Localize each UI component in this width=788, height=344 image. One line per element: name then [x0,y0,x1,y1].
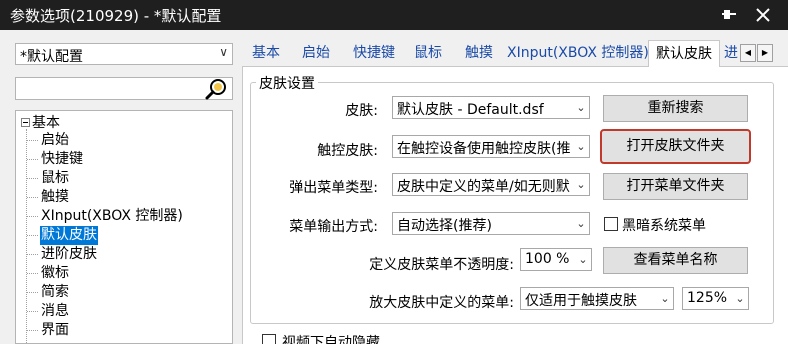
search-input[interactable] [15,77,233,100]
tree-branch [27,159,38,160]
category-tree[interactable]: 基本 启始 快捷键 鼠标 触摸 XInput(XBOX 控制器) 默认皮肤 进阶… [15,110,233,344]
tree-item-logo[interactable]: 徽标 [40,264,70,283]
tree-branch [27,311,38,312]
tree-branch [27,197,38,198]
popup-type-select[interactable]: 皮肤中定义的菜单/如无则默 ⌄ [392,173,590,196]
chevron-down-icon: ∨ [219,45,228,59]
zoom-percent-select[interactable]: 125% ⌄ [682,287,749,310]
profile-select[interactable]: *默认配置 ∨ [15,43,233,65]
rescan-button[interactable]: 重新搜索 [603,95,748,122]
menu-output-select-value: 自动选择(推荐) [397,218,492,234]
tree-item-hotkeys[interactable]: 快捷键 [40,150,84,169]
open-skin-folder-button[interactable]: 打开皮肤文件夹 [600,129,751,164]
chevron-down-icon: ⌄ [573,136,589,157]
tree-item-start[interactable]: 启始 [40,131,70,150]
chevron-down-icon: ⌄ [573,213,589,234]
tab-default-skin[interactable]: 默认皮肤 [648,40,720,67]
tree-root[interactable]: 基本 [32,112,60,132]
zoom-menu-select[interactable]: 仅适用于触摸皮肤 ⌄ [520,287,674,310]
chevron-down-icon: ⌄ [573,174,589,195]
dark-menu-label[interactable]: 黑暗系统菜单 [622,215,706,235]
tab-touch[interactable]: 触摸 [458,42,500,66]
pin-icon[interactable] [718,4,740,26]
tree-item-default-skin[interactable]: 默认皮肤 [40,226,98,245]
tree-branch [27,292,38,293]
window-title: 参数选项(210929) - *默认配置 [10,7,222,25]
title-bar: 参数选项(210929) - *默认配置 [0,0,788,30]
auto-hide-label[interactable]: 视频下自动隐藏 [282,332,380,344]
chevron-down-icon: ⌄ [573,97,589,118]
popup-type-select-value: 皮肤中定义的菜单/如无则默 [397,179,570,195]
touch-skin-select-value: 在触控设备使用触控皮肤(推 [397,141,571,157]
opacity-label: 定义皮肤菜单不透明度: [369,257,514,273]
opacity-select-value: 100 % [525,251,570,267]
collapse-icon[interactable] [21,118,30,127]
touch-skin-label: 触控皮肤: [317,143,378,159]
chevron-down-icon: ⌄ [575,249,591,270]
chevron-down-icon: ⌄ [657,288,673,309]
dark-menu-checkbox[interactable] [604,217,618,231]
tab-mouse[interactable]: 鼠标 [407,42,449,66]
tree-branch [27,235,38,236]
zoom-menu-label: 放大皮肤中定义的菜单: [369,295,514,311]
tab-scroll-left-icon[interactable]: ◀ [740,44,756,62]
skin-select-value: 默认皮肤 - Default.dsf [397,102,544,118]
tab-start[interactable]: 启始 [293,42,339,66]
tree-item-advanced-skin[interactable]: 进阶皮肤 [40,245,98,264]
tree-item-interface[interactable]: 界面 [40,321,70,340]
tree-item-xinput[interactable]: XInput(XBOX 控制器) [40,207,184,226]
tree-item-search[interactable]: 简索 [40,283,70,302]
tab-xinput[interactable]: XInput(XBOX 控制器) [507,42,649,66]
popup-type-label: 弹出菜单类型: [289,180,378,196]
tab-advanced-partial[interactable]: 进 [722,42,740,66]
tree-branch [27,140,38,141]
tab-hotkeys[interactable]: 快捷键 [346,42,402,66]
zoom-percent-select-value: 125% [687,290,728,306]
tab-basic[interactable]: 基本 [245,42,287,66]
zoom-menu-select-value: 仅适用于触摸皮肤 [525,293,637,309]
opacity-select[interactable]: 100 % ⌄ [520,248,592,271]
chevron-down-icon: ⌄ [732,288,748,309]
tree-item-touch[interactable]: 触摸 [40,188,70,207]
auto-hide-checkbox[interactable] [262,334,276,344]
tree-branch [27,330,38,331]
touch-skin-select[interactable]: 在触控设备使用触控皮肤(推 ⌄ [392,135,590,158]
close-icon[interactable] [752,4,774,26]
search-icon[interactable] [204,77,230,103]
tree-branch [27,273,38,274]
profile-select-value: *默认配置 [20,49,83,65]
skin-label: 皮肤: [345,103,378,119]
tab-scroll-right-icon[interactable]: ▶ [757,44,773,62]
group-title: 皮肤设置 [256,73,318,93]
tree-branch [27,178,38,179]
open-menu-folder-button[interactable]: 打开菜单文件夹 [603,173,748,200]
tree-item-mouse[interactable]: 鼠标 [40,169,70,188]
tree-item-messages[interactable]: 消息 [40,302,70,321]
tree-branch [27,254,38,255]
skin-select[interactable]: 默认皮肤 - Default.dsf ⌄ [392,96,590,119]
tree-branch [27,216,38,217]
view-menu-names-button[interactable]: 查看菜单名称 [603,247,748,274]
menu-output-select[interactable]: 自动选择(推荐) ⌄ [392,212,590,235]
menu-output-label: 菜单输出方式: [289,219,378,235]
